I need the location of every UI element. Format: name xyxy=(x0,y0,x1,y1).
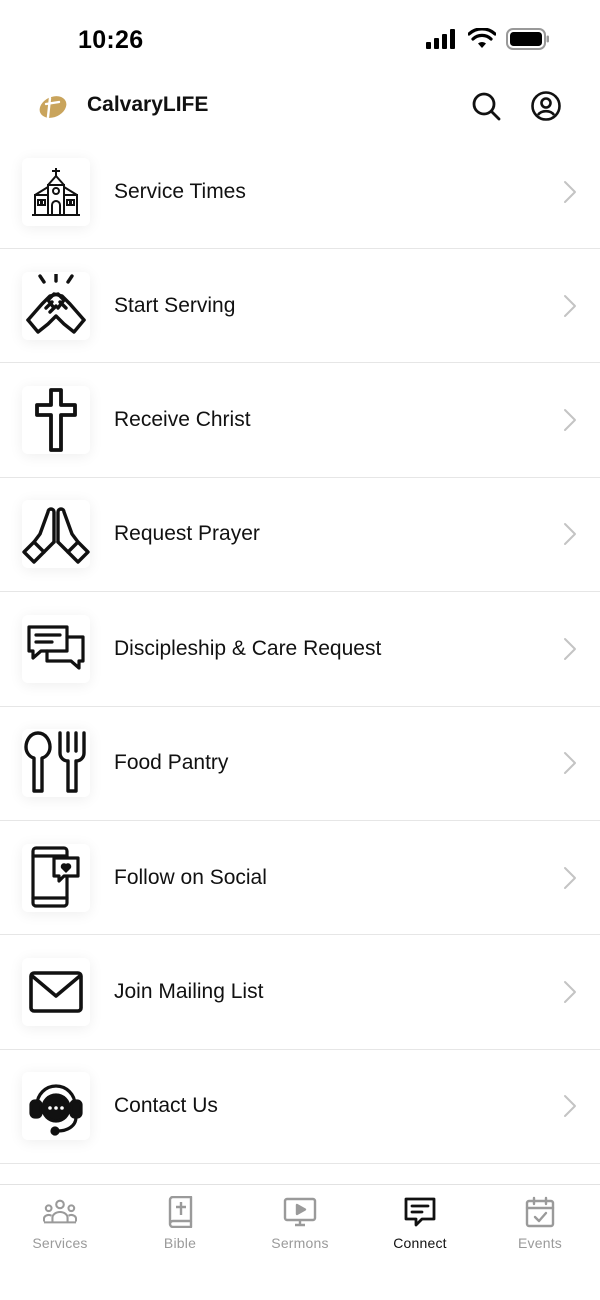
calvary-logo-icon xyxy=(39,96,67,119)
menu-item-label: Start Serving xyxy=(114,293,236,317)
people-icon xyxy=(43,1199,77,1224)
bible-icon xyxy=(168,1196,193,1228)
envelope-icon xyxy=(22,958,90,1027)
tab-connect[interactable]: Connect xyxy=(360,1185,480,1275)
app-title: CalvaryLIFE xyxy=(87,93,209,116)
menu-item-food-pantry[interactable]: Food Pantry xyxy=(0,707,600,821)
spoon-fork-icon xyxy=(22,729,90,798)
menu-item-mailing-list[interactable]: Join Mailing List xyxy=(0,935,600,1050)
video-icon xyxy=(283,1197,317,1227)
account-button[interactable] xyxy=(530,90,562,122)
menu-item-label: Contact Us xyxy=(114,1094,218,1118)
account-icon xyxy=(531,91,561,121)
message-icon xyxy=(404,1197,436,1227)
cellular-signal-icon xyxy=(426,29,455,49)
chevron-right-icon xyxy=(564,523,576,546)
status-icons xyxy=(426,28,550,50)
menu-item-discipleship-care[interactable]: Discipleship & Care Request xyxy=(0,592,600,707)
status-time: 10:26 xyxy=(78,26,144,54)
praying-hands-icon xyxy=(22,500,90,569)
app-header: CalvaryLIFE xyxy=(0,80,600,136)
menu-item-label: Request Prayer xyxy=(114,522,260,546)
tab-label: Events xyxy=(518,1235,562,1251)
chevron-right-icon xyxy=(564,294,576,317)
menu-item-contact-us[interactable]: Contact Us xyxy=(0,1050,600,1165)
chevron-right-icon xyxy=(564,181,576,203)
connect-menu-list: Service Times Start Serving Receive Chri… xyxy=(0,136,600,1165)
chevron-right-icon xyxy=(564,409,576,432)
tab-label: Sermons xyxy=(271,1235,329,1251)
tab-sermons[interactable]: Sermons xyxy=(240,1185,360,1275)
headset-chat-icon xyxy=(22,1072,90,1141)
menu-item-label: Follow on Social xyxy=(114,865,267,889)
menu-item-start-serving[interactable]: Start Serving xyxy=(0,249,600,364)
search-button[interactable] xyxy=(470,90,502,122)
tab-events[interactable]: Events xyxy=(480,1185,600,1275)
church-icon xyxy=(22,158,90,226)
chevron-right-icon xyxy=(564,866,576,889)
clasped-hands-icon xyxy=(22,271,90,340)
calendar-check-icon xyxy=(525,1196,555,1228)
search-icon xyxy=(472,92,501,121)
chevron-right-icon xyxy=(564,637,576,660)
bottom-tab-bar: Services Bible Sermons Connect Events xyxy=(0,1184,600,1300)
menu-item-label: Service Times xyxy=(114,180,246,203)
tab-services[interactable]: Services xyxy=(0,1185,120,1275)
menu-item-label: Join Mailing List xyxy=(114,980,264,1004)
chevron-right-icon xyxy=(564,981,576,1004)
chevron-right-icon xyxy=(564,1095,576,1118)
menu-item-request-prayer[interactable]: Request Prayer xyxy=(0,478,600,593)
battery-icon xyxy=(506,28,549,50)
menu-item-label: Food Pantry xyxy=(114,751,229,775)
chevron-right-icon xyxy=(564,752,576,775)
menu-item-service-times[interactable]: Service Times xyxy=(0,136,600,249)
status-bar: 10:26 xyxy=(0,0,600,80)
menu-item-label: Receive Christ xyxy=(114,408,251,432)
phone-heart-icon xyxy=(22,843,90,912)
tab-label: Services xyxy=(32,1235,88,1251)
tab-label: Bible xyxy=(163,1235,197,1251)
wifi-icon xyxy=(468,28,496,48)
chat-bubbles-icon xyxy=(22,614,90,683)
menu-item-follow-social[interactable]: Follow on Social xyxy=(0,821,600,936)
tab-bible[interactable]: Bible xyxy=(120,1185,240,1275)
cross-icon xyxy=(22,386,90,455)
menu-item-label: Discipleship & Care Request xyxy=(114,636,382,660)
menu-item-receive-christ[interactable]: Receive Christ xyxy=(0,363,600,478)
tab-label: Connect xyxy=(393,1235,447,1251)
